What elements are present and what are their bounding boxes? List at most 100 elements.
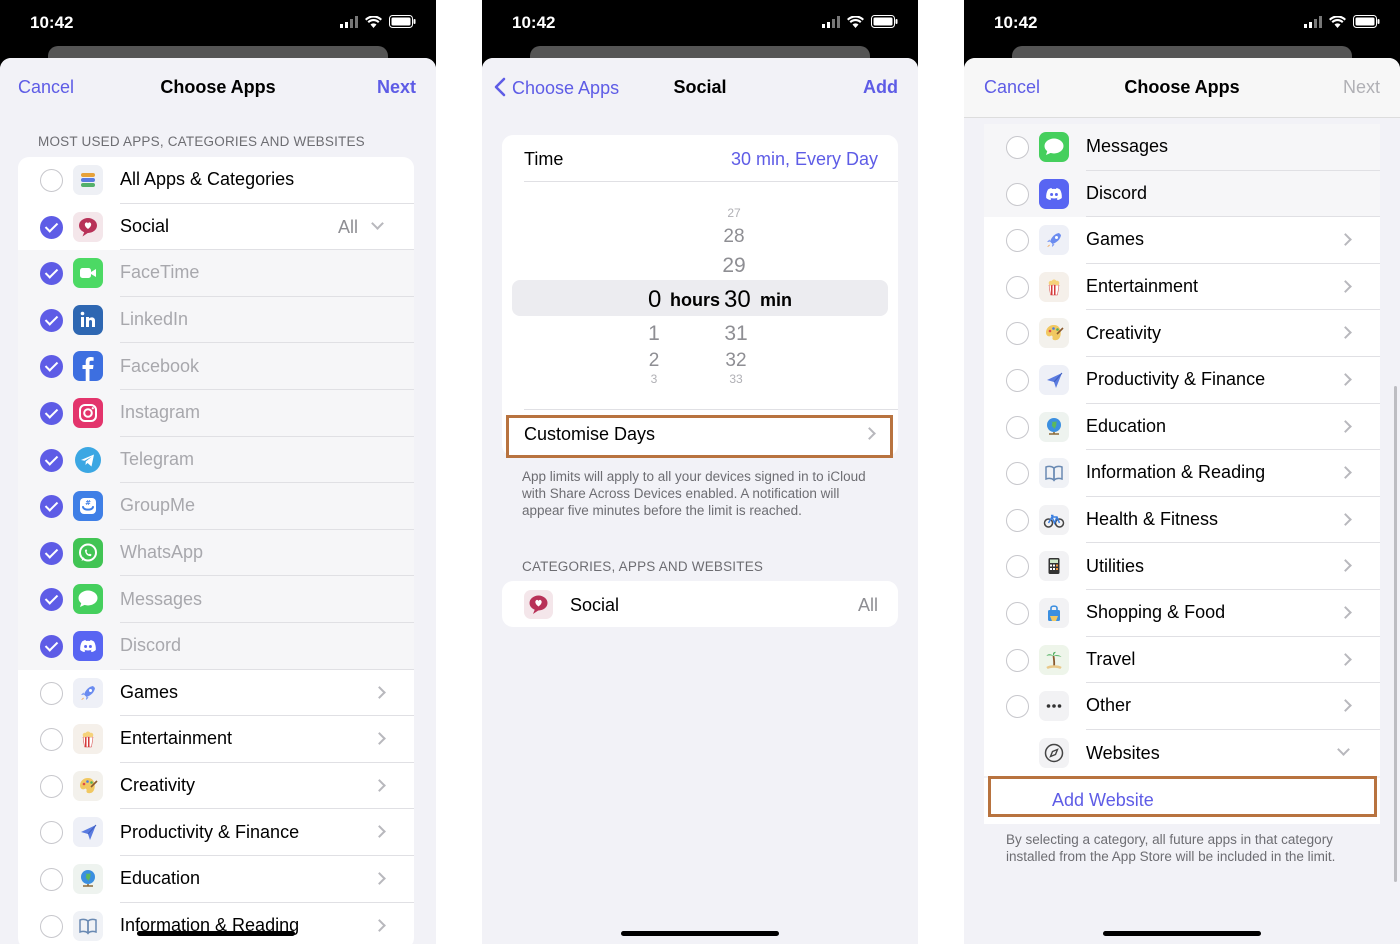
list-item[interactable]: FaceTime [18,250,414,297]
list-item[interactable]: Productivity & Finance [18,809,414,856]
list-item[interactable]: Entertainment [984,264,1380,311]
next-button[interactable]: Next [1343,77,1380,98]
checkbox-checked-icon[interactable] [40,355,63,379]
social-row[interactable]: Social All [502,581,898,627]
list-item-label: GroupMe [120,483,414,530]
checkbox-empty-icon[interactable] [1006,182,1029,206]
checkbox-checked-icon[interactable] [40,588,63,612]
checkbox-checked-icon[interactable] [40,401,63,425]
list-item[interactable]: # GroupMe [18,483,414,530]
list-item[interactable]: WhatsApp [18,529,414,577]
checkbox-empty-icon[interactable] [40,728,63,752]
list-item[interactable]: Discord [984,170,1380,218]
checkbox-empty-icon[interactable] [1006,462,1029,486]
list-item[interactable]: Information & Reading [984,450,1380,497]
list-item[interactable]: Social All [18,204,414,251]
list-item[interactable]: Facebook [18,343,414,390]
checkbox-empty-icon[interactable] [40,681,63,705]
list-item[interactable]: Education [18,856,414,903]
list-item[interactable]: Websites [984,730,1380,777]
facetime-icon [73,258,103,289]
cancel-button[interactable]: Cancel [984,77,1040,98]
list-item[interactable]: Messages [984,124,1380,171]
popcorn-icon [73,724,103,755]
checkbox-empty-icon[interactable] [40,914,63,938]
list-item-label: Information & Reading [120,915,300,936]
checkbox-checked-icon[interactable] [40,541,63,565]
cancel-button[interactable]: Cancel [18,77,74,98]
list-item[interactable]: Utilities [984,543,1380,590]
list-item[interactable]: LinkedIn [18,296,414,344]
checkbox-empty-icon[interactable] [1006,275,1029,299]
home-indicator [1103,931,1261,936]
list-item[interactable]: Education [984,404,1380,451]
globe-icon [73,863,103,894]
list-item[interactable]: Games [984,217,1380,264]
checkbox-empty-icon[interactable] [1006,322,1029,346]
list-item[interactable]: Creativity [984,310,1380,357]
list-item[interactable]: Telegram [18,436,414,484]
mins-above-1: 28 [723,226,745,247]
list-item[interactable]: Information & Reading [18,903,414,944]
next-button[interactable]: Next [377,77,416,98]
app-list: All Apps & Categories Social All FaceTime Li… [18,157,414,944]
battery-icon [871,15,898,28]
list-item-label: Instagram [120,390,414,437]
paper-plane-icon [73,817,103,848]
list-item[interactable]: Productivity & Finance [984,357,1380,404]
list-item[interactable]: Discord [18,622,414,670]
list-item[interactable]: Entertainment [18,716,414,763]
list-item-label: Utilities [1086,543,1380,590]
time-limit-card: Time 30 min, Every Day 27 28 29 0 hours … [502,135,898,456]
duration-picker[interactable]: 27 28 29 0 hours 30 min 1 2 3 31 32 33 [512,182,898,410]
status-bar: 10:42 [482,0,918,46]
list-item[interactable]: Travel [984,637,1380,684]
list-item[interactable]: Instagram [18,389,414,437]
checkbox-checked-icon[interactable] [40,448,63,472]
time-row[interactable]: Time 30 min, Every Day [524,135,898,182]
checkbox-empty-icon[interactable] [1006,136,1029,159]
checkbox-empty-icon[interactable] [40,169,63,192]
list-item[interactable]: Health & Fitness [984,497,1380,544]
checkbox-checked-icon[interactable] [40,308,63,332]
mins-unit: min [760,290,793,310]
add-button[interactable]: Add [863,77,898,98]
checkbox-empty-icon[interactable] [1006,508,1029,532]
checkbox-empty-icon[interactable] [1006,555,1029,579]
category-footnote: By selecting a category, all future apps… [1006,832,1336,864]
checkbox-empty-icon[interactable] [1006,368,1029,392]
checkbox-empty-icon[interactable] [40,867,63,891]
list-item[interactable]: All Apps & Categories [18,157,414,204]
checkbox-empty-icon[interactable] [1006,229,1029,253]
back-button[interactable]: Choose Apps [494,77,619,99]
checkbox-checked-icon[interactable] [40,262,63,286]
checkbox-checked-icon[interactable] [40,495,63,519]
checkbox-empty-icon[interactable] [40,821,63,845]
list-item[interactable]: Messages [18,576,414,623]
customise-days-row[interactable]: Customise Days [502,410,898,456]
social-heart-icon [73,211,103,242]
list-item[interactable]: Shopping & Food [984,590,1380,637]
list-item[interactable]: Games [18,670,414,717]
checkbox-empty-icon[interactable] [1006,695,1029,719]
list-item[interactable]: Other [984,683,1380,730]
checkbox-empty-icon[interactable] [40,774,63,798]
checkbox-empty-icon[interactable] [1006,648,1029,672]
checkbox-checked-icon[interactable] [40,634,63,658]
list-item-label: Entertainment [1086,264,1380,311]
checkbox-checked-icon[interactable] [40,215,63,239]
scrollbar[interactable] [1394,386,1397,882]
home-indicator [621,931,779,936]
list-item-label: Messages [1086,124,1380,171]
list-item-label: Travel [1086,637,1380,684]
mins-selected: 30 [724,286,751,313]
checkbox-empty-icon[interactable] [1006,415,1029,439]
chevron-left-icon [494,77,506,97]
add-website-button[interactable]: Add Website [984,778,1380,824]
checkbox-empty-icon[interactable] [1006,601,1029,625]
linkedin-icon [73,304,103,335]
bicycle-icon [1039,504,1069,535]
battery-icon [1353,15,1380,28]
list-item[interactable]: Creativity [18,763,414,810]
palette-icon [1039,318,1069,349]
